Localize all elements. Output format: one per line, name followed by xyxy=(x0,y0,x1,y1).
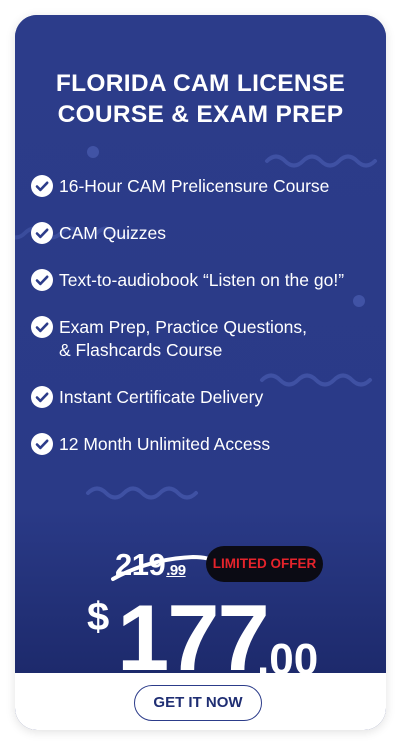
feature-item: CAM Quizzes xyxy=(31,222,166,245)
feature-item: 16-Hour CAM Prelicensure Course xyxy=(31,175,329,198)
title-line-2: COURSE & EXAM PREP xyxy=(57,101,344,128)
card-footer: GET IT NOW xyxy=(15,673,386,730)
feature-text: CAM Quizzes xyxy=(59,223,166,243)
limited-offer-badge: LIMITED OFFER xyxy=(206,546,323,582)
check-circle-icon xyxy=(31,386,53,408)
check-circle-icon xyxy=(31,175,53,197)
check-circle-icon xyxy=(31,316,53,338)
check-circle-icon xyxy=(31,269,53,291)
check-circle-icon xyxy=(31,433,53,455)
pricing-card: FLORIDA CAM LICENSE COURSE & EXAM PREP 1… xyxy=(15,15,386,730)
feature-text-line-2: & Flashcards Course xyxy=(59,340,223,360)
feature-text-line-1: Exam Prep, Practice Questions, xyxy=(59,317,308,337)
feature-item: Instant Certificate Delivery xyxy=(31,386,263,409)
feature-text: 12 Month Unlimited Access xyxy=(59,434,271,454)
course-title: FLORIDA CAM LICENSE COURSE & EXAM PREP xyxy=(15,68,386,130)
feature-item: Text-to-audiobook “Listen on the go!” xyxy=(31,269,344,292)
feature-text: Instant Certificate Delivery xyxy=(59,387,264,407)
feature-text: 16-Hour CAM Prelicensure Course xyxy=(59,176,330,196)
feature-text: Text-to-audiobook “Listen on the go!” xyxy=(59,270,345,290)
title-line-1: FLORIDA CAM LICENSE xyxy=(55,70,346,97)
get-it-now-button[interactable]: GET IT NOW xyxy=(134,685,262,721)
sale-price-currency: $ xyxy=(87,595,110,639)
feature-item: Exam Prep, Practice Questions, & Flashca… xyxy=(31,316,307,362)
check-circle-icon xyxy=(31,222,53,244)
feature-item: 12 Month Unlimited Access xyxy=(31,433,270,456)
